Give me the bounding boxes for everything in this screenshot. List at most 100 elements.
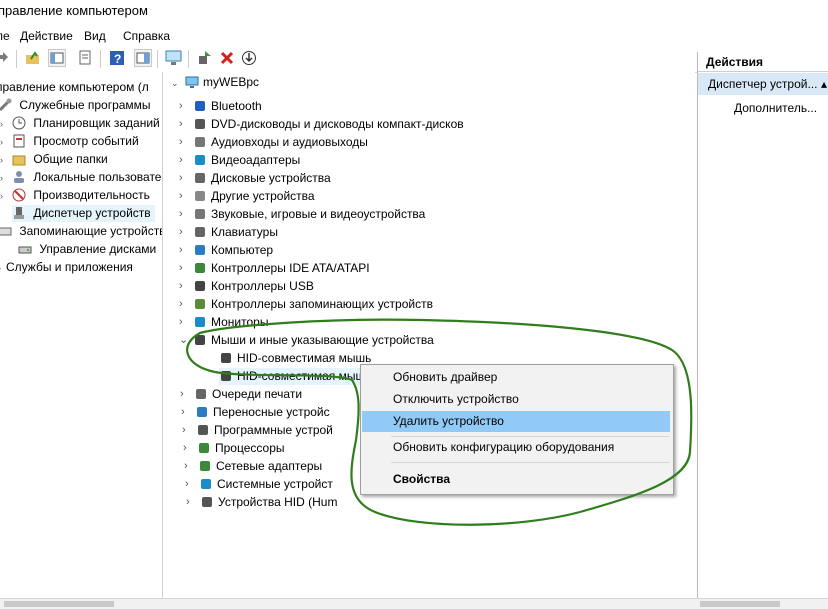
update-driver-icon[interactable] <box>196 49 214 67</box>
expand-arrow-icon[interactable]: › <box>179 188 183 205</box>
tree-item-local-users[interactable]: Локальные пользовате <box>12 169 161 186</box>
forward-arrow-icon[interactable] <box>0 49 12 67</box>
device-category[interactable]: › Мониторы <box>179 314 268 331</box>
device-category[interactable]: › Bluetooth <box>179 98 262 115</box>
device-category[interactable]: › Контроллеры запоминающих устройств <box>179 296 433 313</box>
tree-item-device-manager[interactable]: Диспетчер устройств <box>12 205 155 222</box>
console-tree-icon[interactable] <box>48 49 66 67</box>
tree-item-computer-management[interactable]: правление компьютером (л <box>0 79 149 96</box>
expand-arrow-icon[interactable]: › <box>185 476 189 493</box>
actions-device-manager[interactable]: Диспетчер устрой... ▴ <box>698 73 828 95</box>
menu-disable-device[interactable]: Отключить устройство <box>362 389 670 410</box>
tree-item-label: Просмотр событий <box>33 134 139 148</box>
device-category[interactable]: › Контроллеры IDE ATA/ATAPI <box>179 260 370 277</box>
help-icon[interactable]: ? <box>108 49 126 67</box>
expand-arrow-icon[interactable]: › <box>179 206 183 223</box>
menu-scan-hardware[interactable]: Обновить конфигурацию оборудования <box>362 437 670 458</box>
expand-arrow-icon[interactable]: › <box>179 260 183 277</box>
menu-properties[interactable]: Свойства <box>362 469 670 490</box>
horizontal-scrollbar[interactable] <box>0 598 828 609</box>
menu-action[interactable]: Действие <box>20 29 73 43</box>
tree-item-system-tools[interactable]: Служебные программы <box>0 97 151 114</box>
expand-arrow-icon[interactable]: › <box>0 120 8 129</box>
device-category[interactable]: › Системные устройст <box>185 476 333 493</box>
device-category[interactable]: › Процессоры <box>183 440 285 457</box>
expand-arrow-icon[interactable]: › <box>181 404 185 421</box>
device-category[interactable]: › Звуковые, игровые и видеоустройства <box>179 206 425 223</box>
users-icon <box>12 170 26 184</box>
scrollbar-thumb[interactable] <box>4 601 114 607</box>
device-category[interactable]: › Устройства HID (Hum <box>186 494 337 511</box>
device-hid-mouse[interactable]: HID-совместимая мышь <box>219 350 371 367</box>
device-hid-mouse[interactable]: HID-совместимая мышь <box>219 368 376 385</box>
tree-item-shared-folders[interactable]: Общие папки <box>12 151 108 168</box>
expand-arrow-icon[interactable]: › <box>183 440 187 457</box>
tree-item-task-scheduler[interactable]: Планировщик заданий <box>12 115 160 132</box>
device-tree-root-label: myWEBpc <box>203 75 260 89</box>
device-category[interactable]: › Очереди печати <box>180 386 302 403</box>
tree-item-performance[interactable]: Производительность <box>12 187 150 204</box>
device-category[interactable]: ⌄ Мыши и иные указывающие устройства <box>179 332 434 349</box>
device-category[interactable]: › Дисковые устройства <box>179 170 331 187</box>
collapse-arrow-icon[interactable]: ⌄ <box>171 79 185 88</box>
device-category[interactable]: › Переносные устройс <box>181 404 330 421</box>
expand-arrow-icon[interactable]: › <box>179 242 183 259</box>
expand-arrow-icon[interactable]: › <box>179 170 183 187</box>
tree-item-storage[interactable]: Запоминающие устройств <box>0 223 162 240</box>
tree-item-label: Службы и приложения <box>6 260 133 274</box>
up-folder-icon[interactable] <box>24 49 42 67</box>
device-category-label: Контроллеры USB <box>211 279 314 293</box>
expand-arrow-icon[interactable]: › <box>179 116 183 133</box>
collapse-arrow-icon[interactable]: ▴ <box>821 73 827 95</box>
device-tree-root[interactable]: ⌄ myWEBpc <box>171 74 259 91</box>
device-category-label: Дисковые устройства <box>211 171 331 185</box>
menu-file[interactable]: ле <box>0 29 10 43</box>
device-category-icon <box>193 315 207 329</box>
collapse-arrow-icon[interactable]: ⌄ <box>179 332 188 349</box>
expand-arrow-icon[interactable]: › <box>179 134 183 151</box>
device-category[interactable]: › DVD-дисководы и дисководы компакт-диско… <box>179 116 464 133</box>
actions-more[interactable]: Дополнитель... <box>734 100 817 116</box>
expand-arrow-icon[interactable]: › <box>179 224 183 241</box>
tools-icon <box>0 98 12 112</box>
device-category[interactable]: › Контроллеры USB <box>179 278 314 295</box>
tree-item-services-apps[interactable]: Службы и приложения <box>6 259 133 276</box>
expand-arrow-icon[interactable]: › <box>0 138 8 147</box>
device-category-icon <box>219 369 233 383</box>
device-category-label: Сетевые адаптеры <box>216 459 323 473</box>
monitor-scan-icon[interactable] <box>164 49 182 67</box>
device-category[interactable]: › Компьютер <box>179 242 273 259</box>
properties-icon[interactable] <box>77 49 95 67</box>
device-category-label: Переносные устройс <box>213 405 330 419</box>
expand-arrow-icon[interactable]: › <box>179 98 183 115</box>
expand-arrow-icon[interactable]: › <box>179 278 183 295</box>
menu-help[interactable]: Справка <box>123 29 170 43</box>
menu-uninstall-device[interactable]: Удалить устройство <box>362 411 670 432</box>
expand-arrow-icon[interactable]: › <box>180 386 184 403</box>
expand-arrow-icon[interactable]: › <box>0 174 8 183</box>
device-category[interactable]: › Другие устройства <box>179 188 315 205</box>
expand-arrow-icon[interactable]: › <box>0 192 8 201</box>
expand-arrow-icon[interactable]: › <box>179 296 183 313</box>
expand-arrow-icon[interactable]: › <box>179 152 183 169</box>
download-circle-icon[interactable] <box>240 49 258 67</box>
device-category[interactable]: › Видеоадаптеры <box>179 152 300 169</box>
expand-arrow-icon[interactable]: › <box>182 422 186 439</box>
menu-view[interactable]: Вид <box>84 29 106 43</box>
tree-item-disk-management[interactable]: Управление дисками <box>18 241 156 258</box>
expand-arrow-icon[interactable]: › <box>186 494 190 511</box>
device-category-label: Клавиатуры <box>211 225 278 239</box>
scrollbar-thumb-right[interactable] <box>700 601 780 607</box>
expand-arrow-icon[interactable]: › <box>179 314 183 331</box>
device-category[interactable]: › Программные устрой <box>182 422 333 439</box>
expand-arrow-icon[interactable]: › <box>184 458 188 475</box>
show-hide-action-pane-icon[interactable] <box>134 49 152 67</box>
device-category-icon <box>193 117 207 131</box>
device-category[interactable]: › Сетевые адаптеры <box>184 458 323 475</box>
device-category[interactable]: › Клавиатуры <box>179 224 278 241</box>
menu-update-driver[interactable]: Обновить драйвер <box>362 367 670 388</box>
tree-item-event-viewer[interactable]: Просмотр событий <box>12 133 139 150</box>
expand-arrow-icon[interactable]: › <box>0 156 8 165</box>
uninstall-x-icon[interactable] <box>218 49 236 67</box>
device-category[interactable]: › Аудиовходы и аудиовыходы <box>179 134 368 151</box>
